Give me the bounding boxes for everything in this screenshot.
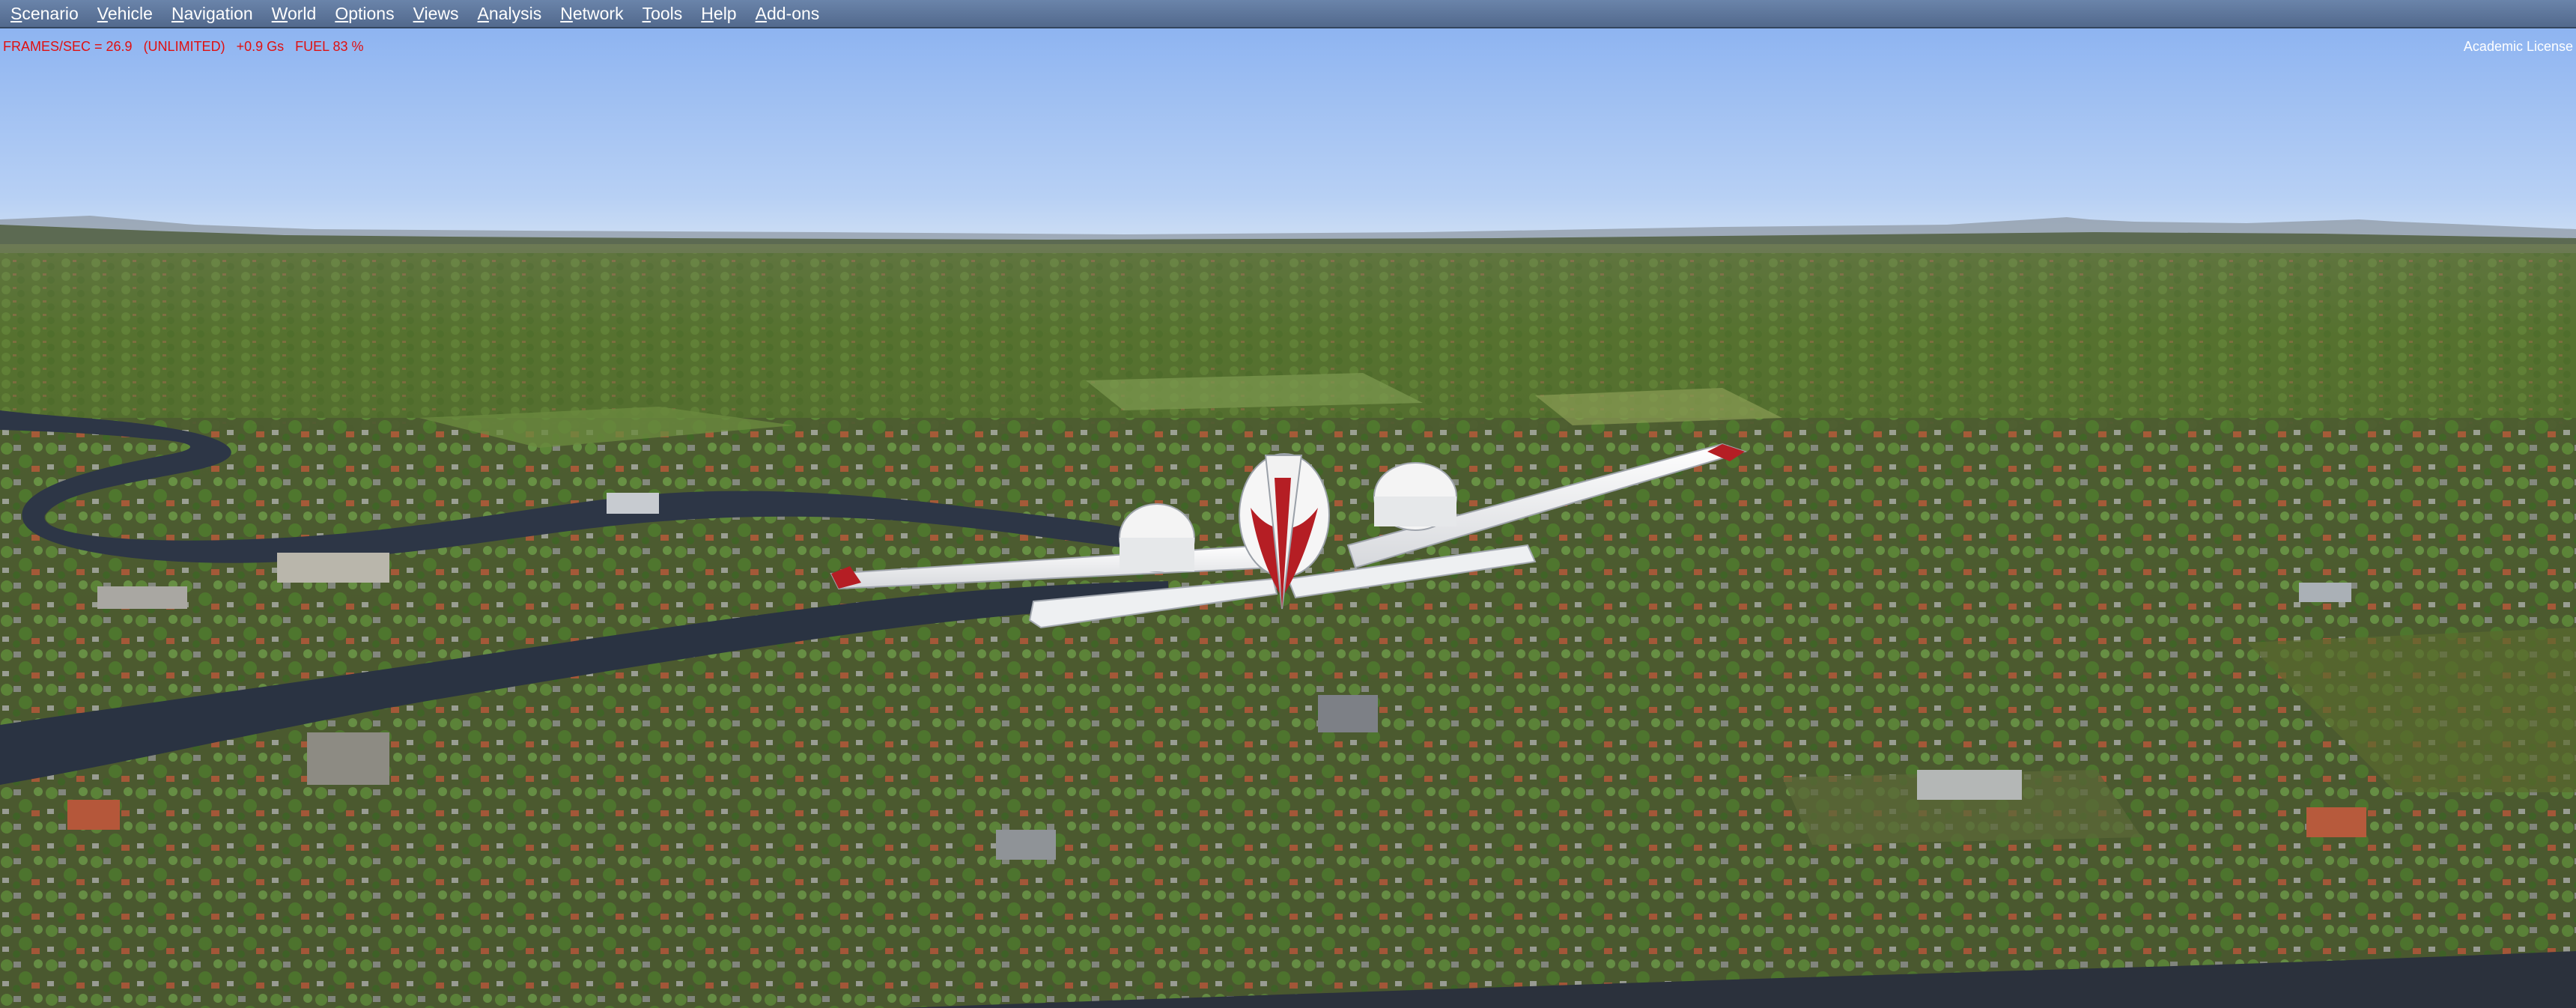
- right-engine-nacelle: [1374, 497, 1456, 526]
- menu-navigation-label: avigation: [183, 4, 253, 23]
- menu-help[interactable]: Help: [693, 0, 747, 28]
- scene-svg: [0, 28, 2576, 1008]
- menu-views-accel: V: [413, 4, 425, 23]
- building: [607, 493, 659, 514]
- menu-vehicle-label: ehicle: [107, 4, 153, 23]
- building: [277, 553, 389, 583]
- menu-network[interactable]: Network: [553, 0, 634, 28]
- sky: [0, 28, 2576, 253]
- building: [996, 830, 1056, 860]
- menu-network-accel: N: [560, 4, 573, 23]
- license-label: Academic License: [2463, 39, 2573, 54]
- menu-navigation-accel: N: [171, 4, 184, 23]
- menu-world-accel: W: [271, 4, 288, 23]
- menu-navigation[interactable]: Navigation: [164, 0, 264, 28]
- menu-help-label: elp: [713, 4, 737, 23]
- menu-analysis[interactable]: Analysis: [470, 0, 553, 28]
- menu-world[interactable]: World: [264, 0, 328, 28]
- menu-options-accel: O: [335, 4, 349, 23]
- building: [307, 732, 389, 785]
- building: [2306, 807, 2366, 837]
- building: [67, 800, 120, 830]
- building: [1318, 695, 1378, 732]
- menu-views-label: iews: [424, 4, 459, 23]
- menu-options[interactable]: Options: [327, 0, 405, 28]
- menu-options-label: ptions: [348, 4, 395, 23]
- simulator-viewport[interactable]: [0, 28, 2576, 1008]
- menu-views[interactable]: Views: [406, 0, 470, 28]
- menu-help-accel: H: [701, 4, 714, 23]
- menu-tools-label: ools: [651, 4, 683, 23]
- menu-analysis-label: nalysis: [488, 4, 542, 23]
- menu-tools[interactable]: Tools: [635, 0, 694, 28]
- building: [2299, 583, 2351, 602]
- menu-vehicle[interactable]: Vehicle: [90, 0, 164, 28]
- building: [97, 586, 187, 609]
- building: [1917, 770, 2022, 800]
- menu-scenario-accel: S: [10, 4, 22, 23]
- menu-world-label: orld: [287, 4, 317, 23]
- menu-scenario-label: cenario: [22, 4, 79, 23]
- menu-scenario[interactable]: Scenario: [3, 0, 90, 28]
- menu-vehicle-accel: V: [97, 4, 108, 23]
- menu-add-ons-accel: A: [755, 4, 767, 23]
- menu-tools-accel: T: [642, 4, 651, 23]
- menu-network-label: etwork: [572, 4, 624, 23]
- menu-bar: Scenario Vehicle Navigation World Option…: [0, 0, 2576, 28]
- menu-add-ons-label: dd-ons: [766, 4, 820, 23]
- menu-add-ons[interactable]: Add-ons: [748, 0, 831, 28]
- menu-analysis-accel: A: [477, 4, 489, 23]
- hud-status-line: FRAMES/SEC = 26.9 (UNLIMITED) +0.9 Gs FU…: [3, 39, 364, 54]
- left-engine-nacelle: [1120, 538, 1194, 571]
